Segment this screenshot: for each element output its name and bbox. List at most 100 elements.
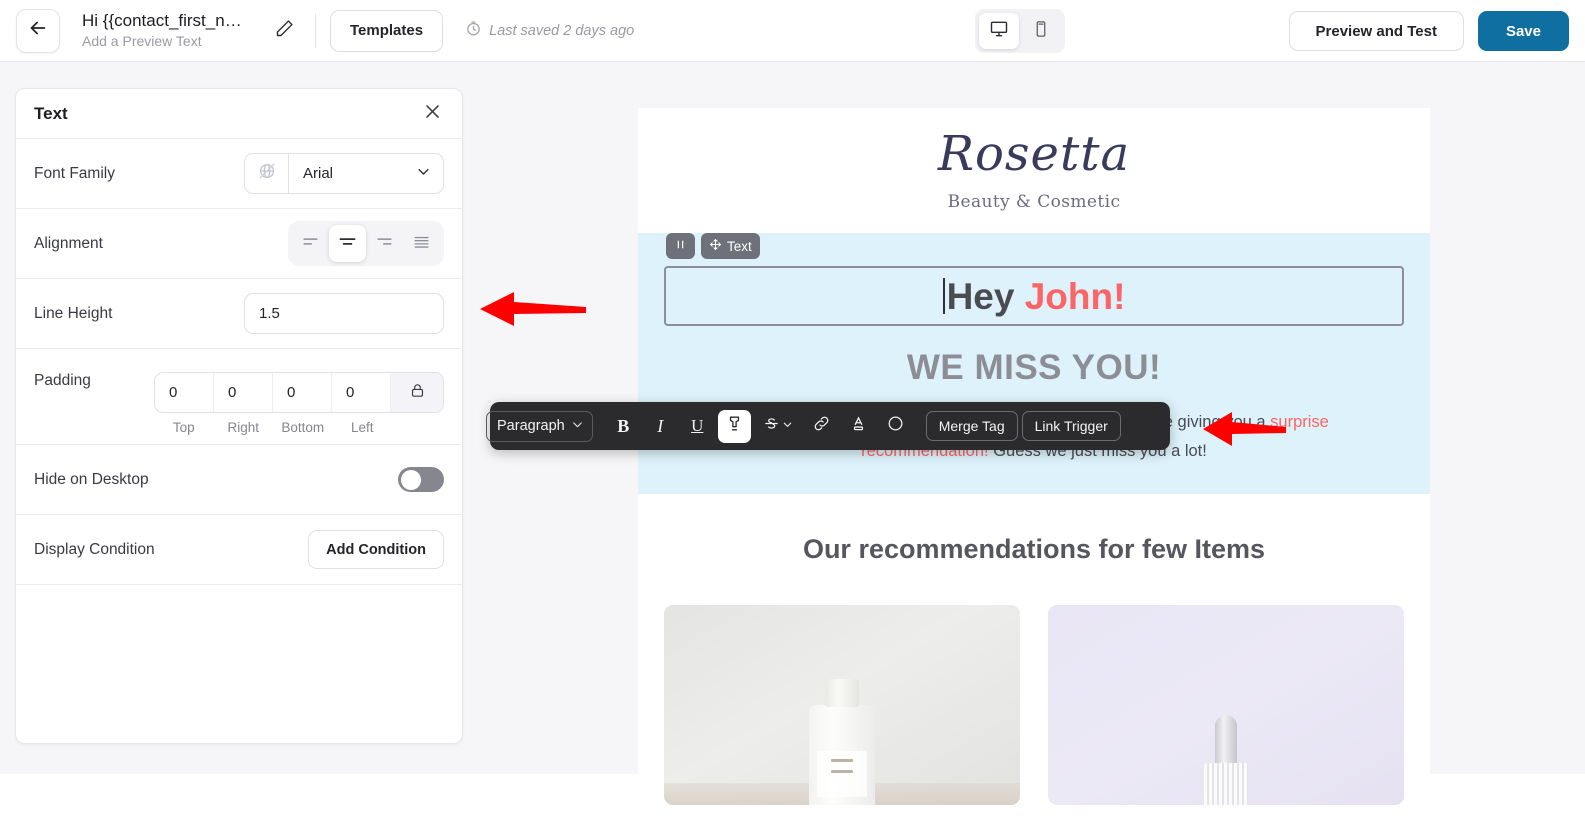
close-icon — [423, 102, 442, 126]
strikethrough-icon — [763, 415, 780, 437]
bottle-neck — [825, 679, 859, 707]
back-button[interactable] — [16, 8, 60, 53]
product-image-2[interactable] — [1048, 605, 1404, 805]
highlighter-icon — [725, 414, 744, 438]
line-height-input[interactable]: 1.5 — [244, 293, 444, 334]
dropper-tip — [1215, 715, 1237, 767]
insert-link-button[interactable] — [805, 410, 838, 443]
bold-icon: B — [617, 415, 630, 436]
hero-heading: Hey John! — [947, 278, 1126, 315]
padding-lock-button[interactable] — [391, 373, 443, 412]
chevron-down-icon — [571, 418, 584, 435]
text-settings-panel: Text Font Family Arial Alignment Line He… — [15, 88, 463, 744]
column-layout-badge[interactable] — [666, 233, 695, 259]
preview-and-test-button[interactable]: Preview and Test — [1288, 11, 1464, 51]
font-family-value: Arial — [303, 165, 334, 182]
product-image-1[interactable] — [664, 605, 1020, 805]
link-trigger-button[interactable]: Link Trigger — [1021, 411, 1121, 441]
text-block-badge[interactable]: Text — [701, 233, 760, 259]
recommendations-heading[interactable]: Our recommendations for few Items — [638, 534, 1430, 565]
padding-row: Padding 0 0 0 0 Top Right Bottom Left — [16, 349, 462, 445]
selected-block-badges: Text — [666, 233, 760, 259]
font-color-button[interactable] — [842, 410, 875, 443]
last-saved-status: Last saved 2 days ago — [465, 20, 634, 41]
text-color-icon — [849, 414, 868, 438]
merge-tag-button[interactable]: Merge Tag — [925, 411, 1018, 441]
preview-label: Preview and Test — [1315, 22, 1437, 40]
hide-on-desktop-toggle[interactable] — [398, 467, 444, 492]
alignment-button-group — [288, 221, 444, 266]
padding-side-labels: Top Right Bottom Left — [154, 420, 444, 435]
italic-button[interactable]: I — [644, 410, 677, 443]
underline-icon: U — [691, 416, 704, 435]
merge-tag-label: Merge Tag — [938, 418, 1005, 434]
hero-section: Text Hey John! WE MISS YOU! Friends don’… — [638, 233, 1430, 494]
divider — [315, 13, 316, 48]
document-title-block: Hi {{contact_first_n… Add a Preview Text — [82, 10, 257, 51]
italic-icon: I — [657, 415, 664, 436]
mobile-view-button[interactable] — [1021, 13, 1061, 49]
alignment-label: Alignment — [34, 234, 103, 252]
panel-title: Text — [34, 103, 68, 123]
color-circle-icon — [886, 414, 905, 438]
paragraph-style-label: Paragraph — [497, 418, 565, 434]
mobile-icon — [1032, 20, 1050, 43]
web-font-toggle[interactable] — [245, 154, 289, 193]
link-icon — [812, 414, 831, 438]
product-grid — [638, 605, 1430, 805]
hide-on-desktop-row: Hide on Desktop — [16, 445, 462, 515]
preview-text-placeholder[interactable]: Add a Preview Text — [82, 32, 257, 51]
edit-title-button[interactable] — [267, 14, 301, 48]
font-family-label: Font Family — [34, 164, 115, 182]
padding-right-input[interactable]: 0 — [214, 373, 273, 412]
save-button[interactable]: Save — [1477, 11, 1569, 51]
bold-button[interactable]: B — [607, 410, 640, 443]
clock-icon — [465, 20, 482, 41]
padding-label-spacer — [392, 420, 444, 435]
device-preview-toggle — [975, 9, 1065, 53]
padding-top-input[interactable]: 0 — [155, 373, 214, 412]
padding-controls: 0 0 0 0 Top Right Bottom Left — [154, 372, 444, 435]
strikethrough-button[interactable] — [755, 410, 801, 443]
pencil-icon — [274, 18, 295, 44]
font-family-control[interactable]: Arial — [244, 153, 444, 194]
desktop-icon — [989, 19, 1009, 44]
background-color-button[interactable] — [879, 410, 912, 443]
line-height-label: Line Height — [34, 304, 113, 322]
globe-icon — [256, 160, 278, 187]
dropper-graphic — [1198, 715, 1254, 805]
bottle-label — [817, 751, 867, 797]
align-left-button[interactable] — [292, 225, 329, 262]
email-preview-canvas: Rosetta Beauty & Cosmetic Text Hey John!… — [638, 108, 1430, 820]
underline-button[interactable]: U — [681, 410, 714, 443]
font-family-select[interactable]: Arial — [289, 154, 443, 193]
serum-bottle-graphic — [809, 679, 875, 805]
align-right-button[interactable] — [366, 225, 403, 262]
heading-plain-text: Hey — [946, 275, 1025, 317]
add-condition-button[interactable]: Add Condition — [308, 530, 444, 569]
move-icon — [709, 238, 722, 254]
editor-workspace: Text Font Family Arial Alignment Line He… — [0, 62, 1585, 820]
paragraph-style-dropdown[interactable]: Paragraph — [486, 410, 593, 442]
hero-subheading[interactable]: WE MISS YOU! — [638, 348, 1430, 388]
templates-button[interactable]: Templates — [330, 9, 444, 52]
close-panel-button[interactable] — [420, 102, 444, 126]
topbar-actions: Preview and Test Save — [1288, 11, 1569, 51]
arrow-left-icon — [27, 17, 49, 44]
text-cursor — [942, 278, 945, 314]
templates-label: Templates — [350, 22, 424, 39]
desktop-view-button[interactable] — [979, 13, 1019, 49]
display-condition-row: Display Condition Add Condition — [16, 515, 462, 585]
padding-bottom-input[interactable]: 0 — [273, 373, 332, 412]
align-justify-button[interactable] — [403, 225, 440, 262]
panel-header: Text — [16, 89, 462, 139]
selected-text-block[interactable]: Hey John! — [664, 266, 1404, 326]
email-logo-block[interactable]: Rosetta Beauty & Cosmetic — [638, 108, 1430, 233]
link-trigger-label: Link Trigger — [1034, 418, 1108, 434]
rich-text-format-toolbar: Paragraph B I U Merge Tag Link Trigger — [486, 402, 1170, 450]
highlight-button[interactable] — [717, 409, 751, 443]
align-right-icon — [375, 232, 394, 256]
padding-left-input[interactable]: 0 — [332, 373, 391, 412]
align-center-button[interactable] — [329, 225, 366, 262]
dropper-collar — [1204, 763, 1248, 805]
